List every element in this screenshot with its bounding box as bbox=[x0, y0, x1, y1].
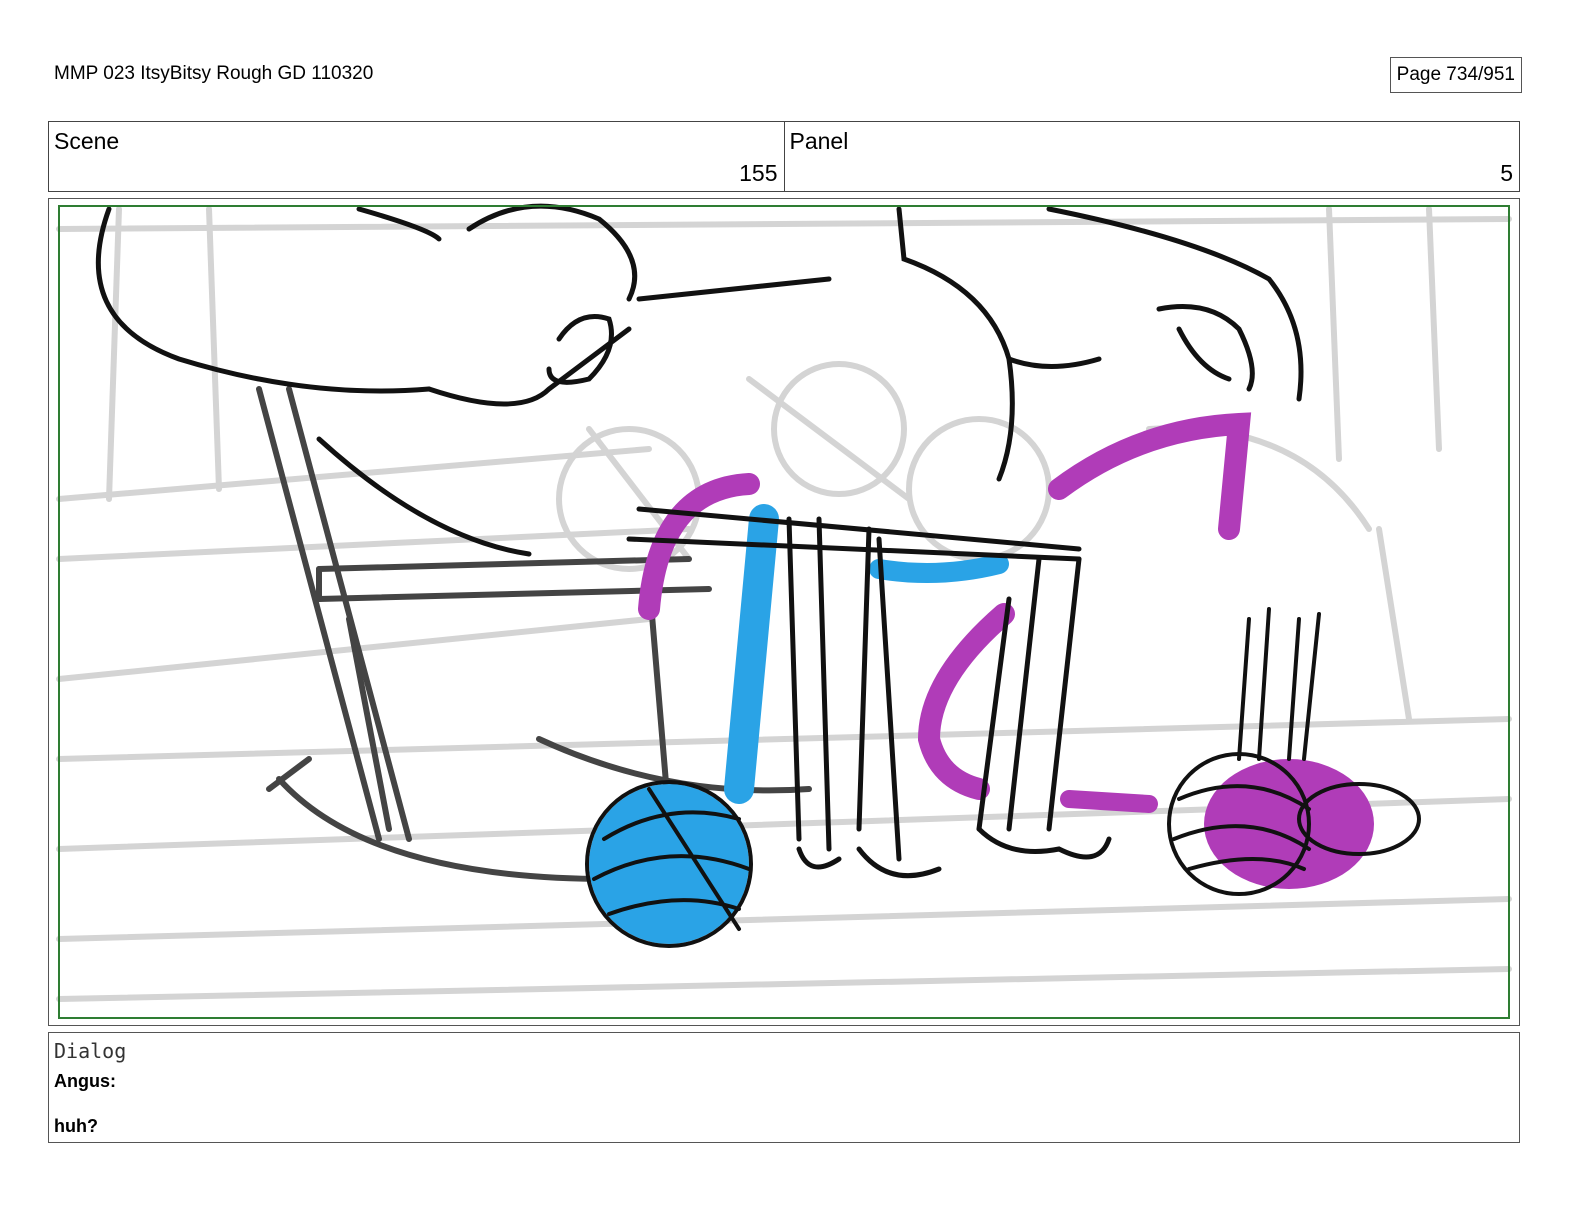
scene-cell: Scene 155 bbox=[49, 122, 784, 191]
scene-value: 155 bbox=[739, 160, 778, 186]
dialog-speaker: Angus: bbox=[54, 1071, 116, 1091]
panel-cell: Panel 5 bbox=[783, 122, 1520, 191]
scene-panel-row: Scene 155 Panel 5 bbox=[48, 121, 1520, 192]
character-ink bbox=[95, 203, 1304, 879]
dialog-label: Dialog bbox=[54, 1039, 127, 1063]
scene-label: Scene bbox=[54, 128, 120, 154]
safe-area-border bbox=[58, 205, 1510, 1019]
panel-label: Panel bbox=[789, 128, 849, 154]
storyboard-sketch bbox=[56, 203, 1512, 1019]
dialog-box: Dialog Angus: huh? bbox=[48, 1032, 1520, 1143]
page-number: Page 734/951 bbox=[1389, 57, 1522, 93]
document-title: MMP 023 ItsyBitsy Rough GD 110320 bbox=[54, 63, 374, 84]
storyboard-frame bbox=[48, 198, 1520, 1026]
panel-value: 5 bbox=[1500, 160, 1513, 186]
dialog-line: huh? bbox=[54, 1116, 98, 1136]
